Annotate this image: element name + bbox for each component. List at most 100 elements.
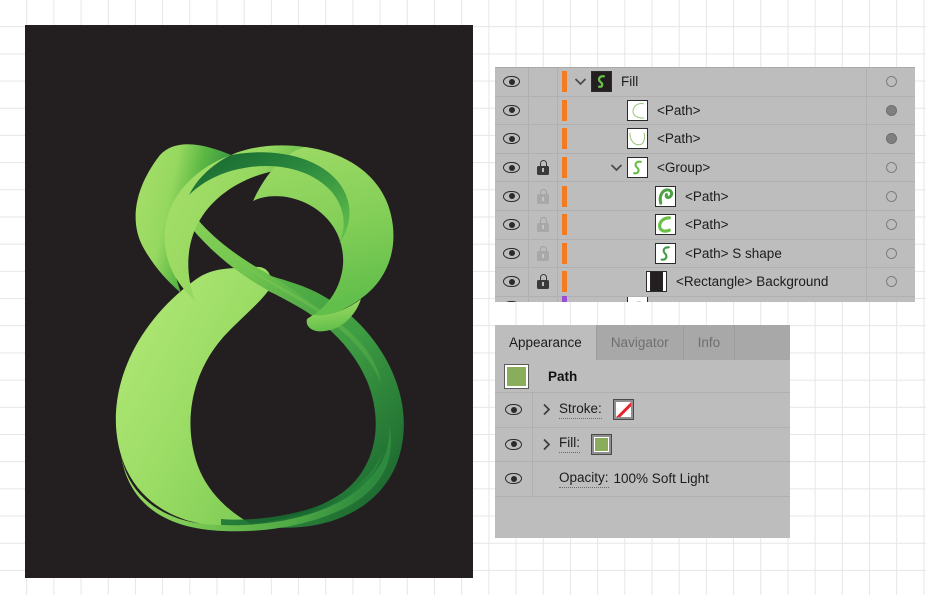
layer-row[interactable]: Fill [495,68,915,97]
chevron-down-icon-slot[interactable] [569,77,591,86]
layer-main-cell[interactable] [569,296,866,302]
target-ring-icon[interactable] [885,162,897,174]
eye-icon[interactable] [503,76,520,88]
layer-target-cell[interactable] [866,239,915,268]
target-filled-icon[interactable] [885,133,897,145]
eye-icon[interactable] [503,104,520,116]
lock-icon[interactable] [537,188,550,204]
layer-row[interactable]: <Path> [495,210,915,240]
layer-visibility-cell[interactable] [495,239,529,268]
layer-row[interactable]: <Path> [495,182,915,211]
target-filled-icon[interactable] [885,104,897,116]
layer-lock-cell[interactable] [529,182,558,210]
layer-row[interactable]: <Path> S shape [495,239,915,269]
eye-icon[interactable] [503,247,520,259]
attribute-visibility-cell[interactable] [495,393,533,427]
layer-target-cell[interactable] [866,68,915,96]
layer-row[interactable]: <Group> [495,153,915,183]
tab-navigator[interactable]: Navigator [597,325,684,360]
tabstrip-filler [735,325,790,360]
target-ring-icon[interactable] [885,247,897,259]
layer-row[interactable] [495,295,915,302]
layer-lock-cell[interactable] [529,68,558,96]
layer-lock-cell[interactable] [529,210,558,239]
lock-icon[interactable] [537,217,550,233]
layer-thumbnail [655,214,676,236]
stroke-none-swatch[interactable] [612,399,634,421]
tab-info[interactable]: Info [684,325,736,360]
layer-visibility-cell[interactable] [495,153,529,182]
target-ring-icon[interactable] [885,276,897,288]
layer-visibility-cell[interactable] [495,96,529,125]
layer-color-bar [558,211,569,239]
layer-visibility-cell[interactable] [495,125,529,153]
layer-main-cell[interactable]: <Path> S shape [569,240,866,268]
layer-main-cell[interactable]: Fill [569,68,866,96]
lock-icon[interactable] [537,160,550,176]
eye-icon[interactable] [503,133,520,145]
layer-lock-cell[interactable] [529,268,558,296]
layer-lock-cell[interactable] [529,153,558,182]
eye-icon[interactable] [505,404,522,416]
layers-panel[interactable]: Fill <Path> <Path> <Group> <Path> <Path> <Path… [495,67,915,302]
layer-lock-cell[interactable] [529,96,558,125]
eye-icon[interactable] [505,438,522,450]
attribute-disclosure [533,462,559,496]
layer-lock-cell[interactable] [529,125,558,153]
layer-target-cell[interactable] [866,153,915,182]
layer-row[interactable]: <Rectangle> Background [495,268,915,297]
attribute-value[interactable]: 100% Soft Light [614,471,709,486]
attribute-disclosure[interactable] [533,428,559,462]
chevron-down-icon-slot[interactable] [605,163,627,172]
layer-visibility-cell[interactable] [495,182,529,210]
appearance-panel[interactable]: Appearance Navigator Info Path Stroke: Fill:… [495,325,790,538]
lock-icon[interactable] [537,274,550,290]
layer-target-cell[interactable] [866,210,915,239]
layer-main-cell[interactable]: <Path> [569,125,866,153]
layer-target-cell[interactable] [866,96,915,125]
appearance-attribute-row[interactable]: Opacity: 100% Soft Light [495,462,790,497]
eye-icon[interactable] [503,300,520,302]
layer-lock-cell[interactable] [529,296,558,302]
eye-icon[interactable] [505,473,522,485]
layer-visibility-cell[interactable] [495,268,529,296]
attribute-disclosure[interactable] [533,393,559,427]
lock-icon[interactable] [537,245,550,261]
eye-icon[interactable] [503,276,520,288]
tab-appearance[interactable]: Appearance [495,325,597,360]
layer-thumbnail [646,271,667,293]
fill-color-swatch[interactable] [591,433,612,455]
eye-icon[interactable] [503,219,520,231]
eye-icon[interactable] [503,162,520,174]
layer-visibility-cell[interactable] [495,210,529,239]
target-ring-icon[interactable] [885,76,897,88]
layer-main-cell[interactable]: <Path> [569,97,866,125]
layer-row[interactable]: <Path> [495,96,915,126]
layer-thumbnail [627,157,648,179]
attribute-visibility-cell[interactable] [495,462,533,496]
layer-name: <Path> [657,102,701,118]
layer-color-bar [558,97,569,125]
layer-lock-cell[interactable] [529,239,558,268]
target-ring-icon[interactable] [885,190,897,202]
eye-icon[interactable] [503,190,520,202]
layer-target-cell[interactable] [866,296,915,302]
layer-main-cell[interactable]: <Path> [569,211,866,239]
target-ring-icon[interactable] [885,219,897,231]
layer-main-cell[interactable]: <Path> [569,182,866,210]
appearance-attribute-row[interactable]: Fill: [495,427,790,462]
attribute-visibility-cell[interactable] [495,427,533,461]
layer-main-cell[interactable]: <Rectangle> Background [569,268,866,296]
layer-main-cell[interactable]: <Group> [569,154,866,182]
layer-row[interactable]: <Path> [495,125,915,154]
app-window: Fill <Path> <Path> <Group> <Path> <Path> <Path… [0,0,926,595]
layer-target-cell[interactable] [866,125,915,153]
appearance-attribute-row[interactable]: Stroke: [495,393,790,428]
artboard-canvas[interactable] [25,25,473,578]
layer-target-cell[interactable] [866,268,915,296]
layer-visibility-cell[interactable] [495,68,529,96]
panel-tabstrip[interactable]: Appearance Navigator Info [495,325,790,360]
layer-target-cell[interactable] [866,182,915,210]
layer-name: <Rectangle> Background [676,274,829,290]
layer-visibility-cell[interactable] [495,296,529,302]
